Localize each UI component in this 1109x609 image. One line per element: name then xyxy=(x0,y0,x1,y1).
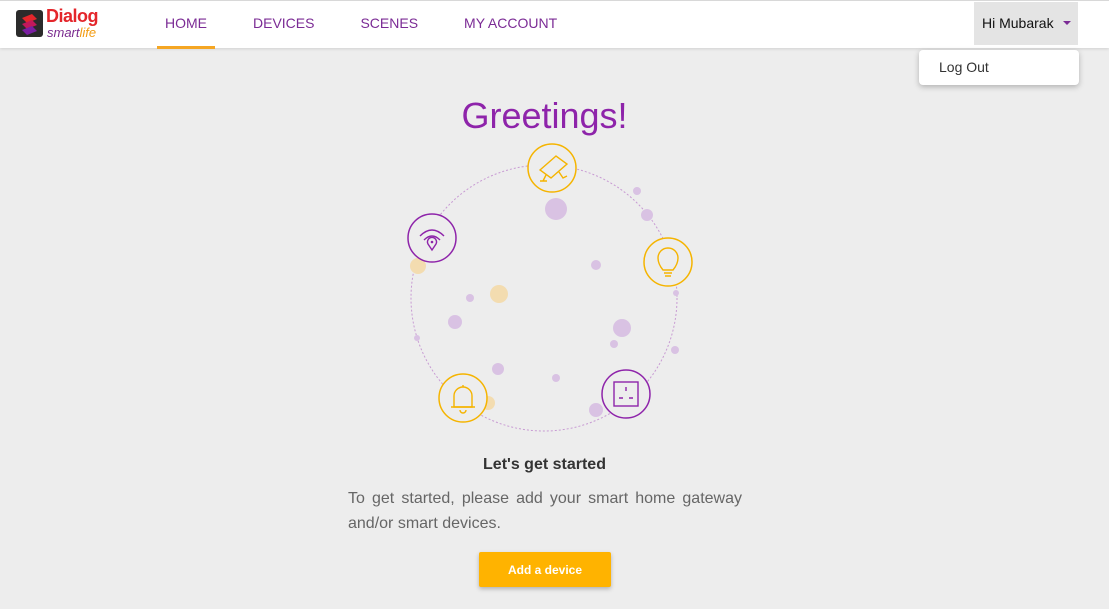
getting-started-description: To get started, please add your smart ho… xyxy=(348,490,742,532)
camera-icon xyxy=(527,143,577,193)
caret-down-icon xyxy=(1063,21,1071,25)
dialog-smartlife-logo[interactable]: Dialog smartlife xyxy=(16,6,108,43)
decorative-dots xyxy=(414,187,679,417)
nav-devices[interactable]: DEVICES xyxy=(245,1,322,49)
user-greeting: Hi Mubarak xyxy=(982,15,1054,31)
page-title: Greetings! xyxy=(461,95,628,136)
wifi-location-icon xyxy=(407,213,457,263)
bell-icon xyxy=(438,373,488,423)
logo-mark xyxy=(16,10,43,37)
decorative-dots-yellow xyxy=(410,258,508,410)
logo-text: Dialog xyxy=(46,6,99,26)
main-nav: HOME DEVICES SCENES MY ACCOUNT xyxy=(157,1,595,49)
nav-scenes[interactable]: SCENES xyxy=(352,1,426,49)
logout-menu-item[interactable]: Log Out xyxy=(939,59,989,75)
power-socket-icon xyxy=(601,369,651,419)
nav-my-account[interactable]: MY ACCOUNT xyxy=(456,1,565,49)
nav-home[interactable]: HOME xyxy=(157,1,215,49)
user-dropdown-menu: Log Out xyxy=(919,50,1079,85)
user-menu-button[interactable]: Hi Mubarak xyxy=(974,2,1078,45)
top-navigation-bar: Dialog smartlife HOME DEVICES SCENES MY … xyxy=(0,0,1109,49)
logo-subtext: smartlife xyxy=(47,25,97,40)
orbit-circle xyxy=(410,164,678,432)
light-bulb-icon xyxy=(643,237,693,287)
add-device-button[interactable]: Add a device xyxy=(479,552,611,587)
getting-started-heading: Let's get started xyxy=(483,456,606,473)
